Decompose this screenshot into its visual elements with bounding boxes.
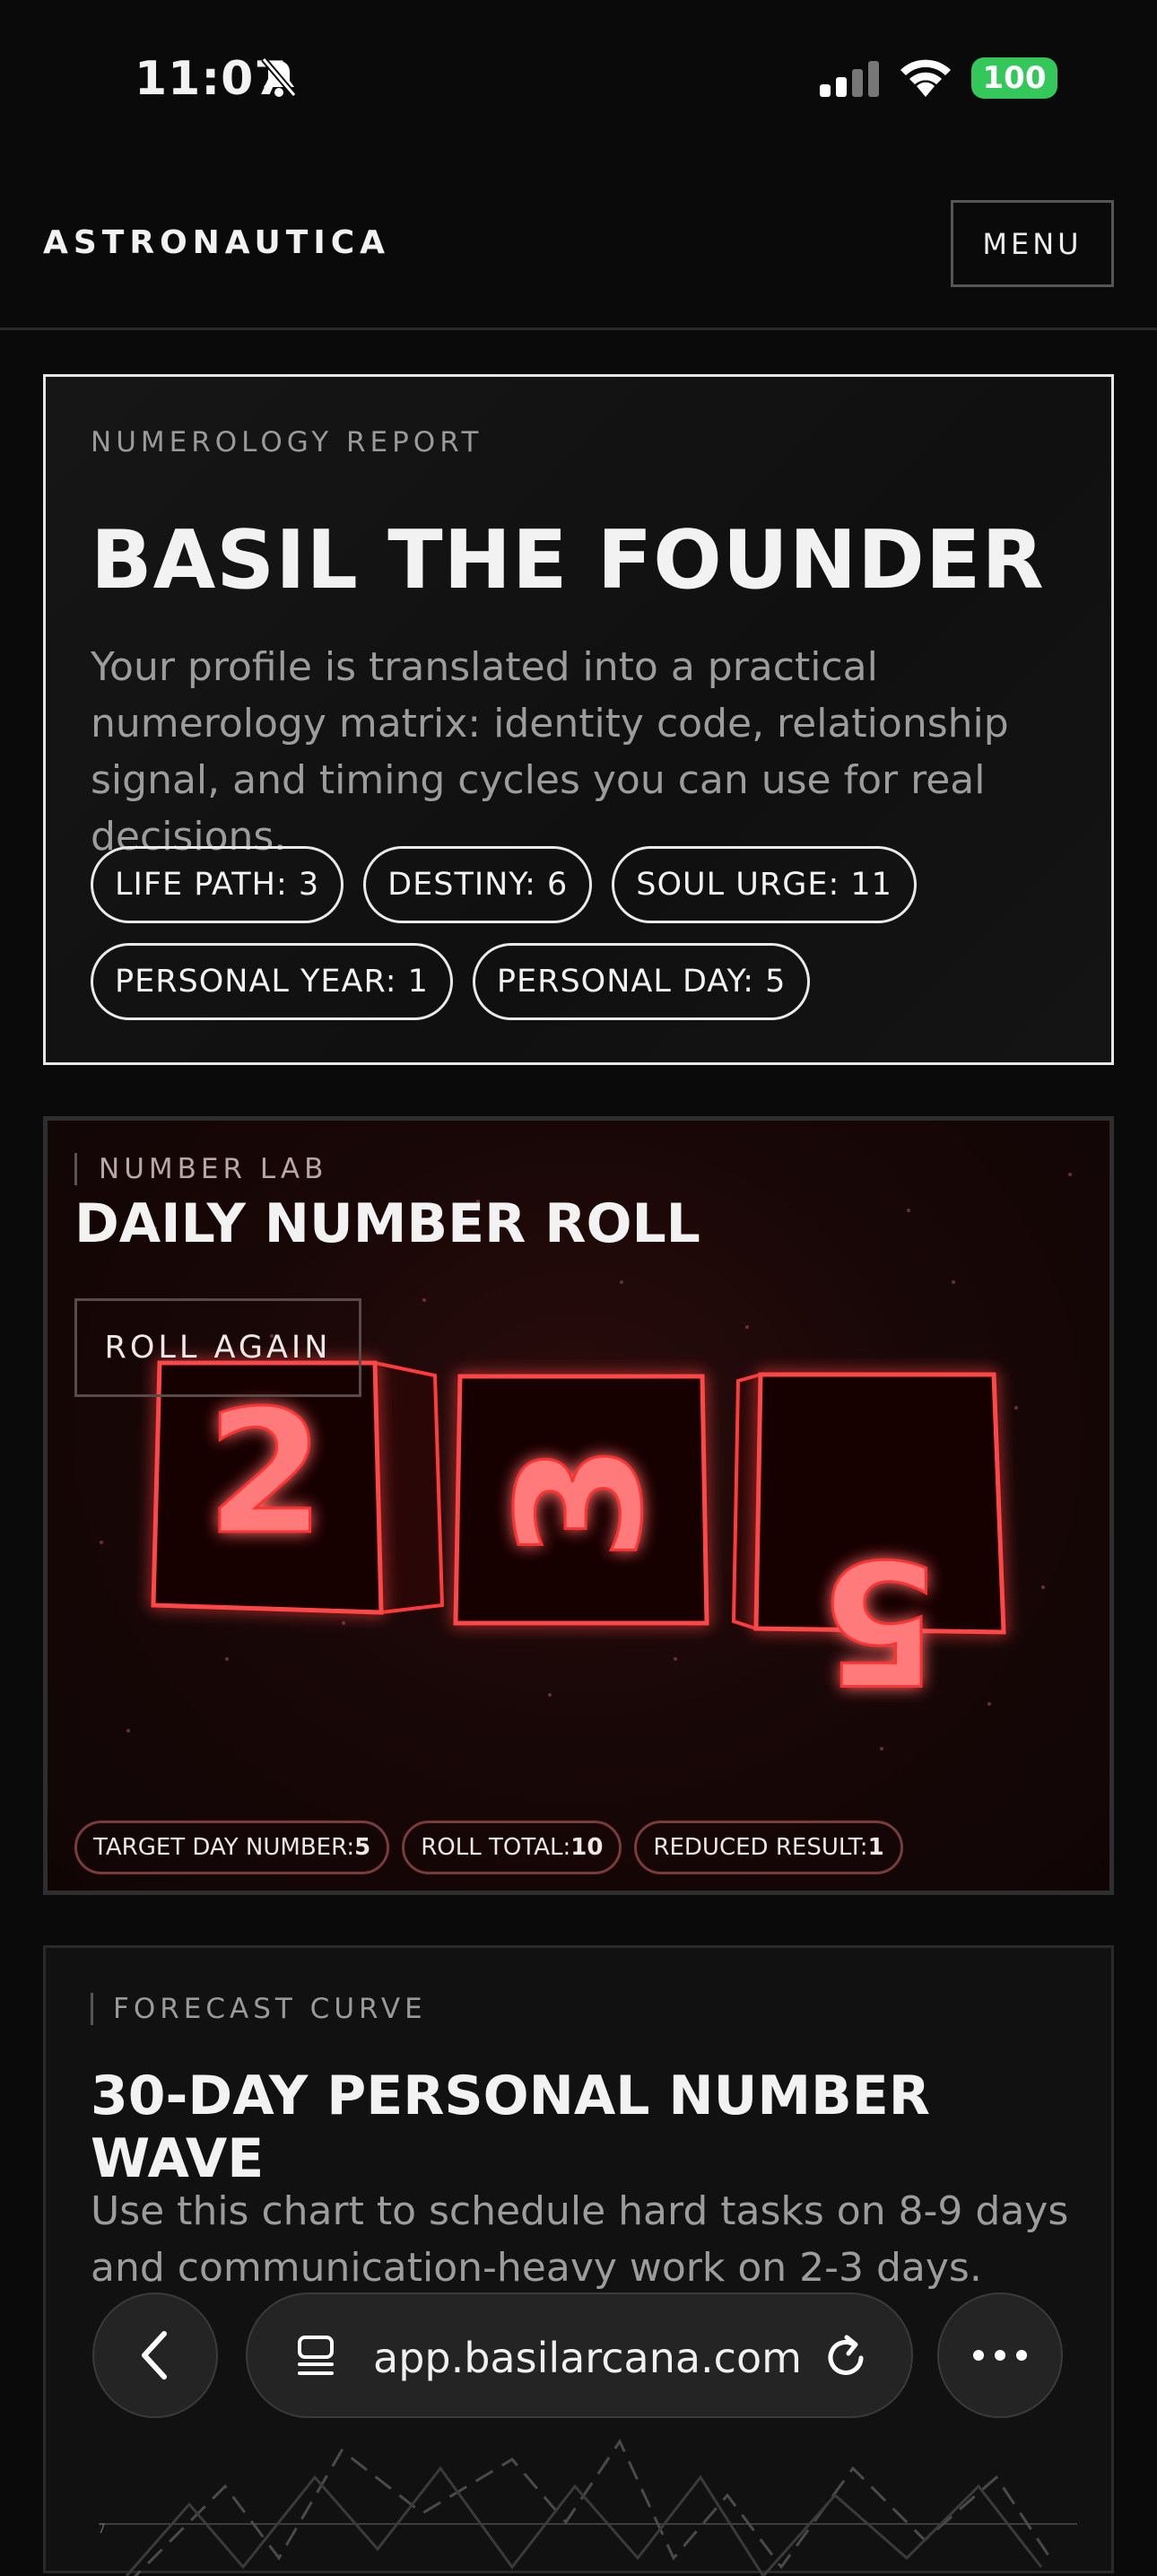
roll-stats: TARGET DAY NUMBER: 5 ROLL TOTAL: 10 REDUCE… [74,1821,903,1874]
battery-nub [1049,70,1057,86]
die-2-digit: 3 [482,1443,680,1561]
stat-label: ROLL TOTAL: [421,1834,571,1861]
stat-value: 5 [354,1834,371,1861]
die-3: 5 [731,1372,1006,1722]
chip-personal-day: PERSONAL DAY: 5 [472,943,811,1020]
stat-target-day: TARGET DAY NUMBER: 5 [74,1821,390,1874]
forecast-card: FORECAST CURVE 30-DAY PERSONAL NUMBER WA… [43,1945,1114,2576]
stat-roll-total: ROLL TOTAL: 10 [402,1821,622,1874]
tabs-icon[interactable] [292,2334,339,2380]
number-lab-card: NUMBER LAB DAILY NUMBER ROLL 2 3 5 ROLL … [43,1116,1114,1895]
ellipsis-icon [973,2350,1027,2361]
die-1-digit: 2 [206,1374,325,1572]
dice-group: 2 3 5 [151,1360,1006,1722]
report-eyebrow: NUMEROLOGY REPORT [91,426,483,458]
report-title: BASIL THE FOUNDER [91,513,1045,607]
cellular-signal-icon [820,61,879,97]
url-text[interactable]: app.basilarcana.com [373,2334,802,2382]
numerology-report-card: NUMEROLOGY REPORT BASIL THE FOUNDER Your… [43,374,1114,1065]
number-chips: LIFE PATH: 3 DESTINY: 6 SOUL URGE: 11 PE… [91,846,1077,1020]
stat-label: TARGET DAY NUMBER: [93,1834,355,1861]
battery-level: 100 [982,60,1047,96]
die-3-digit: 5 [821,1522,939,1720]
stat-label: REDUCED RESULT: [653,1834,868,1861]
forecast-description: Use this chart to schedule hard tasks on… [91,2188,1069,2291]
chip-soul-urge: SOUL URGE: 11 [612,846,917,923]
roll-again-button[interactable]: ROLL AGAIN [74,1298,361,1397]
stat-value: 1 [867,1834,884,1861]
battery-indicator: 100 [971,57,1057,99]
address-bar[interactable]: app.basilarcana.com [246,2292,913,2418]
more-options-button[interactable] [937,2292,1063,2418]
chip-destiny: DESTINY: 6 [363,846,593,923]
report-description: Your profile is translated into a practi… [91,644,1009,860]
wifi-icon [900,59,951,97]
forecast-title: 30-DAY PERSONAL NUMBER WAVE [91,2065,930,2190]
bell-slash-icon [261,57,297,98]
chip-life-path: LIFE PATH: 3 [91,846,344,923]
forecast-eyebrow: FORECAST CURVE [91,1993,427,2025]
stat-value: 10 [570,1834,604,1861]
die-1: 2 [151,1360,445,1615]
back-button[interactable] [92,2292,218,2418]
y-tick-7: 7 [98,2522,106,2537]
header-divider [0,327,1157,330]
chevron-left-icon [142,2331,167,2380]
menu-button[interactable]: MENU [951,200,1114,287]
stat-reduced-result: REDUCED RESULT: 1 [634,1821,903,1874]
status-bar: 11:07 100 [0,0,1157,153]
brand-logo[interactable]: ASTRONAUTICA [43,224,390,261]
reload-icon[interactable] [822,2334,870,2382]
chip-personal-year: PERSONAL YEAR: 1 [91,943,453,1020]
die-2: 3 [453,1374,709,1626]
